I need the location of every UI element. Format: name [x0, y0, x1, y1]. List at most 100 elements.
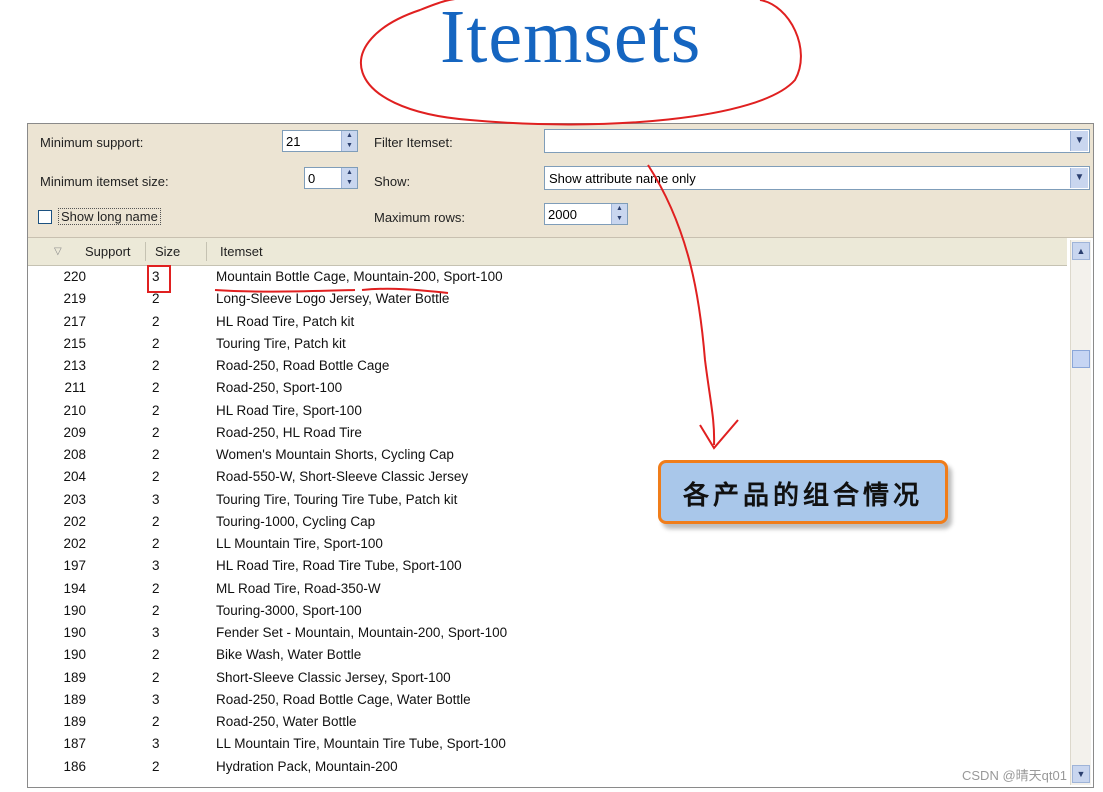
support-cell: 219: [63, 291, 86, 307]
support-cell: 187: [63, 736, 86, 752]
support-cell: 190: [63, 625, 86, 640]
size-cell: 2: [152, 313, 160, 329]
size-cell: 3: [152, 691, 160, 707]
chevron-down-icon[interactable]: ▼: [1070, 131, 1088, 151]
itemset-cell: Road-250, Road Bottle Cage, Water Bottle: [216, 691, 471, 707]
support-cell: 210: [63, 402, 86, 418]
table-row[interactable]: 202 2 LL Mountain Tire, Sport-100: [28, 533, 1067, 555]
size-cell: 2: [152, 424, 160, 440]
down-arrow-icon[interactable]: ▼: [341, 178, 357, 188]
size-cell: 2: [152, 758, 160, 774]
scroll-up-icon[interactable]: ▲: [1072, 242, 1090, 260]
show-long-name-label[interactable]: Show long name: [58, 208, 161, 225]
down-arrow-icon[interactable]: ▼: [341, 141, 357, 151]
table-row[interactable]: 210 2 HL Road Tire, Sport-100: [28, 400, 1067, 422]
filter-bar: Minimum support: 21 ▲ ▼ Minimum itemset s…: [28, 124, 1093, 238]
sort-desc-icon[interactable]: ▽: [54, 246, 62, 257]
size-cell: 2: [152, 291, 160, 307]
filter-itemset-combo[interactable]: ▼: [544, 129, 1090, 153]
itemset-cell: Road-250, Sport-100: [216, 380, 343, 396]
itemset-cell: Touring Tire, Patch kit: [216, 335, 346, 351]
table-row[interactable]: 187 3 LL Mountain Tire, Mountain Tire Tube…: [28, 733, 1067, 755]
itemset-cell: HL Road Tire, Sport-100: [216, 402, 362, 418]
table-row[interactable]: 190 2 Bike Wash, Water Bottle: [28, 644, 1067, 666]
chevron-down-icon[interactable]: ▼: [1070, 168, 1088, 188]
min-support-spinner[interactable]: 21 ▲ ▼: [282, 130, 358, 152]
column-header-itemset[interactable]: Itemset: [220, 244, 263, 259]
table-row[interactable]: 189 2 Short-Sleeve Classic Jersey, Sport-1…: [28, 667, 1067, 689]
table-row[interactable]: 215 2 Touring Tire, Patch kit: [28, 333, 1067, 355]
support-cell: 190: [63, 602, 86, 618]
table-row[interactable]: 220 3 Mountain Bottle Cage, Mountain-200, …: [28, 266, 1067, 288]
itemset-cell: HL Road Tire, Patch kit: [216, 313, 355, 329]
size-cell: 3: [152, 558, 160, 574]
itemset-cell: Road-250, Water Bottle: [216, 714, 357, 729]
vertical-scrollbar[interactable]: ▲ ▼: [1070, 240, 1091, 785]
table-row[interactable]: 213 2 Road-250, Road Bottle Cage: [28, 355, 1067, 377]
up-arrow-icon[interactable]: ▲: [341, 168, 357, 178]
support-cell: 209: [63, 424, 86, 440]
support-cell: 213: [63, 358, 86, 373]
itemset-cell: Road-250, HL Road Tire: [216, 424, 362, 440]
itemset-cell: HL Road Tire, Road Tire Tube, Sport-100: [216, 558, 462, 574]
size-cell: 2: [152, 447, 160, 462]
size-cell: 2: [152, 536, 160, 551]
min-support-label: Minimum support:: [40, 135, 144, 150]
callout-text: 各产品的组合情况: [682, 481, 923, 511]
size-cell: 3: [152, 625, 160, 640]
itemset-cell: ML Road Tire, Road-350-W: [216, 580, 381, 596]
support-cell: 208: [63, 447, 86, 462]
table-row[interactable]: 190 3 Fender Set - Mountain, Mountain-200,…: [28, 622, 1067, 644]
size-cell: 2: [152, 647, 160, 663]
table-row[interactable]: 189 3 Road-250, Road Bottle Cage, Water Bo…: [28, 689, 1067, 711]
size-cell: 2: [152, 469, 160, 485]
column-header-support[interactable]: Support: [85, 244, 131, 259]
table-row[interactable]: 190 2 Touring-3000, Sport-100: [28, 600, 1067, 622]
support-cell: 202: [63, 513, 86, 529]
up-arrow-icon[interactable]: ▲: [611, 204, 627, 214]
column-header-size[interactable]: Size: [155, 244, 180, 259]
support-cell: 189: [63, 669, 86, 685]
support-cell: 215: [63, 335, 86, 351]
size-cell: 2: [152, 380, 160, 396]
table-row[interactable]: 217 2 HL Road Tire, Patch kit: [28, 311, 1067, 333]
size-cell: 2: [152, 335, 160, 351]
support-cell: 189: [63, 691, 86, 707]
show-value: Show attribute name only: [549, 171, 696, 186]
itemset-cell: Touring-1000, Cycling Cap: [216, 513, 376, 529]
scroll-thumb[interactable]: [1072, 350, 1090, 368]
table-row[interactable]: 209 2 Road-250, HL Road Tire: [28, 422, 1067, 444]
support-cell: 220: [63, 269, 86, 284]
table-row[interactable]: 219 2 Long-Sleeve Logo Jersey, Water Bottl…: [28, 288, 1067, 310]
show-long-name-checkbox[interactable]: [38, 210, 52, 224]
size-cell: 2: [152, 513, 160, 529]
maximum-rows-spinner[interactable]: 2000 ▲ ▼: [544, 203, 628, 225]
down-arrow-icon[interactable]: ▼: [611, 214, 627, 224]
size-cell: 3: [152, 269, 160, 284]
itemset-cell: Mountain Bottle Cage, Mountain-200, Spor…: [216, 269, 503, 284]
min-support-value: 21: [286, 134, 301, 149]
table-row[interactable]: 211 2 Road-250, Sport-100: [28, 377, 1067, 399]
size-cell: 2: [152, 714, 160, 729]
min-itemset-size-spinner[interactable]: 0 ▲ ▼: [304, 167, 358, 189]
support-cell: 186: [63, 758, 86, 774]
up-arrow-icon[interactable]: ▲: [341, 131, 357, 141]
size-cell: 2: [152, 602, 160, 618]
show-combo[interactable]: Show attribute name only ▼: [544, 166, 1090, 190]
support-cell: 203: [63, 491, 86, 507]
watermark: CSDN @晴天qt01: [962, 768, 1067, 783]
itemset-cell: Bike Wash, Water Bottle: [216, 647, 362, 663]
table-row[interactable]: 189 2 Road-250, Water Bottle: [28, 711, 1067, 733]
table-row[interactable]: 197 3 HL Road Tire, Road Tire Tube, Sport-…: [28, 555, 1067, 577]
min-itemset-size-label: Minimum itemset size:: [40, 174, 169, 189]
size-cell: 2: [152, 580, 160, 596]
scroll-down-icon[interactable]: ▼: [1072, 765, 1090, 783]
support-cell: 202: [63, 536, 86, 551]
table-row[interactable]: 186 2 Hydration Pack, Mountain-200: [28, 756, 1067, 778]
itemset-cell: Touring-3000, Sport-100: [216, 602, 362, 618]
itemset-cell: Short-Sleeve Classic Jersey, Sport-100: [216, 669, 451, 685]
itemset-cell: Long-Sleeve Logo Jersey, Water Bottle: [216, 291, 450, 307]
grid-header: ▽ Support Size Itemset: [28, 238, 1067, 266]
support-cell: 194: [63, 580, 86, 596]
table-row[interactable]: 194 2 ML Road Tire, Road-350-W: [28, 578, 1067, 600]
